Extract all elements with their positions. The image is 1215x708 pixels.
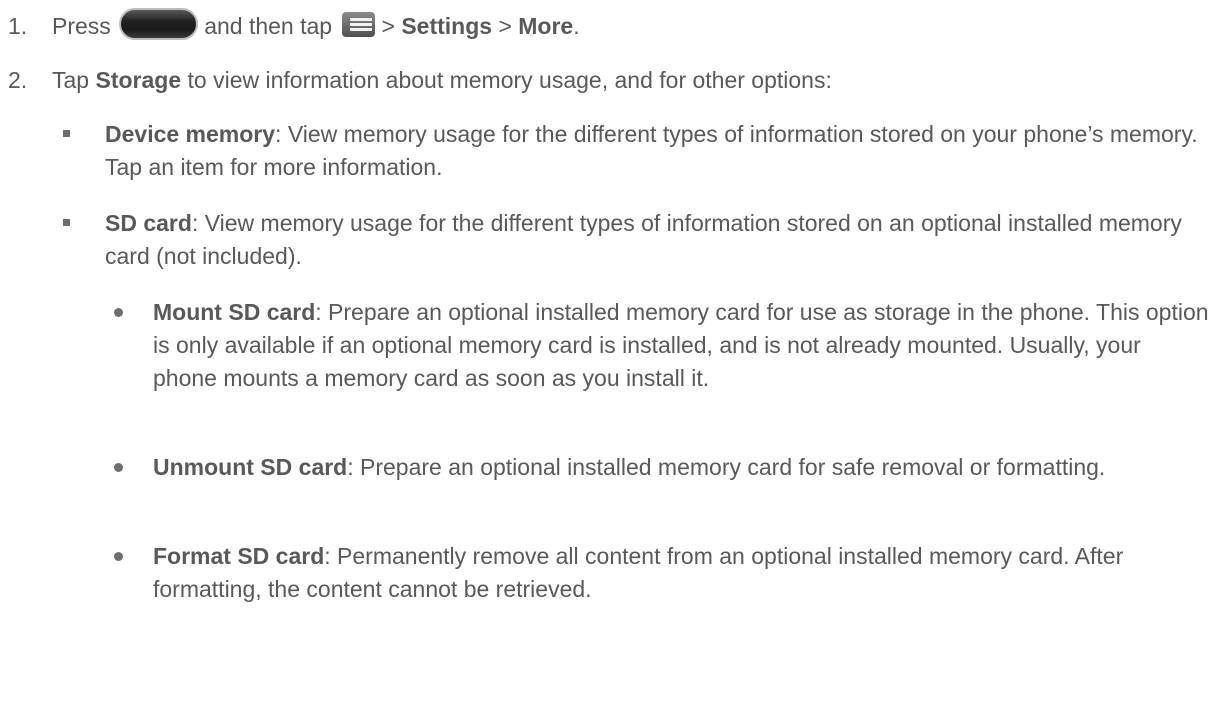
sub-option-text: Format SD card: Permanently remove all c… — [153, 540, 1210, 606]
sub-option-desc: : Prepare an optional installed memory c… — [347, 454, 1106, 480]
sub-option-term: Mount SD card — [153, 299, 316, 325]
storage-label: Storage — [95, 67, 182, 93]
step-text: Tap — [52, 67, 90, 93]
round-bullet-icon — [114, 308, 123, 317]
menu-icon — [342, 12, 376, 37]
square-bullet-icon — [63, 130, 70, 137]
period: . — [573, 13, 580, 39]
option-text: SD card: View memory usage for the diffe… — [105, 207, 1208, 273]
sub-option-format-sd-card: Format SD card: Permanently remove all c… — [110, 540, 1210, 606]
option-text: Device memory: View memory usage for the… — [105, 118, 1208, 184]
option-sd-card: SD card: View memory usage for the diffe… — [63, 207, 1208, 273]
sub-option-text: Mount SD card: Prepare an optional insta… — [153, 296, 1210, 395]
settings-label: Settings — [401, 13, 493, 39]
sub-option-unmount-sd-card: Unmount SD card: Prepare an optional ins… — [110, 451, 1210, 484]
step-2: 2. Tap Storage to view information about … — [8, 64, 832, 97]
sub-option-term: Format SD card — [153, 543, 325, 569]
square-bullet-icon — [63, 219, 70, 226]
separator: > — [498, 13, 512, 39]
sub-option-text: Unmount SD card: Prepare an optional ins… — [153, 451, 1210, 484]
step-text: Press — [52, 13, 111, 39]
sub-option-mount-sd-card: Mount SD card: Prepare an optional insta… — [110, 296, 1210, 395]
round-bullet-icon — [114, 552, 123, 561]
home-button-icon — [119, 8, 199, 40]
step-text: and then tap — [204, 13, 333, 39]
option-device-memory: Device memory: View memory usage for the… — [63, 118, 1208, 184]
step-text: to view information about memory usage, … — [187, 67, 832, 93]
separator: > — [381, 13, 395, 39]
option-desc: : View memory usage for the different ty… — [105, 210, 1182, 269]
step-1: 1. Press and then tap > Settings > More. — [8, 8, 580, 43]
option-term: SD card — [105, 210, 192, 236]
step-number: 2. — [8, 67, 28, 93]
sub-option-term: Unmount SD card — [153, 454, 348, 480]
option-term: Device memory — [105, 121, 276, 147]
round-bullet-icon — [114, 463, 123, 472]
step-number: 1. — [8, 13, 28, 39]
more-label: More — [518, 13, 574, 39]
